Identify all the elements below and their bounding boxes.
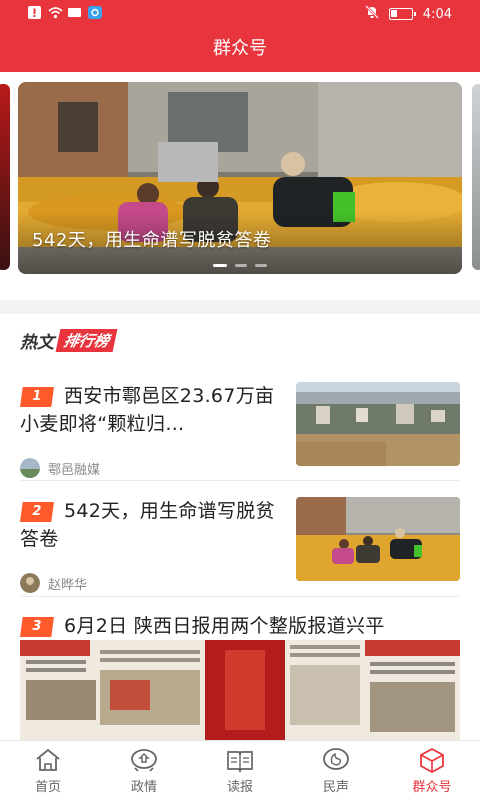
article-author: 赵晔华: [48, 577, 88, 593]
app-notification-icon: [88, 6, 102, 19]
article-thumbnail: [296, 382, 460, 466]
home-icon: [36, 748, 60, 771]
rank-badge: 1: [20, 387, 54, 407]
nav-bar: 群众号: [0, 26, 480, 72]
article-title-text: 542天，用生命谱写脱贫答卷: [20, 500, 275, 550]
tab-voice[interactable]: 民声: [288, 741, 384, 800]
article-author: 鄠邑融媒: [48, 462, 101, 478]
rank-badge: 3: [20, 617, 54, 637]
article-item[interactable]: 2 542天，用生命谱写脱贫答卷 赵晔华: [20, 497, 460, 593]
hot-ranking-label: 热文: [20, 332, 54, 353]
status-bar: 4:04: [0, 0, 480, 26]
article-newspaper-image[interactable]: [20, 640, 460, 740]
section-divider: [0, 300, 480, 314]
article-item[interactable]: 1 西安市鄠邑区23.67万亩小麦即将“颗粒归… 鄠邑融媒: [20, 382, 460, 478]
tab-politics[interactable]: 政情: [96, 741, 192, 800]
article-title: 1 西安市鄠邑区23.67万亩小麦即将“颗粒归…: [20, 382, 288, 438]
newspaper-icon: [227, 751, 253, 773]
hot-ranking-badge: 排行榜: [55, 328, 118, 352]
carousel-indicator: [18, 264, 462, 267]
mail-icon: [68, 6, 81, 19]
cube-icon: [420, 747, 444, 774]
tab-home-label: 首页: [34, 780, 61, 795]
politics-icon: [131, 749, 157, 772]
tab-voice-label: 民声: [322, 780, 349, 795]
alert-icon: [28, 6, 41, 19]
article-title-text: 西安市鄠邑区23.67万亩小麦即将“颗粒归…: [20, 385, 275, 435]
voice-icon: [323, 748, 349, 770]
rank-badge: 2: [20, 502, 54, 522]
status-time: 4:04: [422, 6, 452, 22]
list-separator: [20, 596, 460, 597]
bottom-tab-bar: 首页 政情 读报 民声 群众号: [0, 740, 480, 800]
list-separator: [20, 480, 460, 481]
article-title: 3 6月2日 陕西日报用两个整版报道兴平: [20, 612, 460, 640]
carousel-slide[interactable]: 542天，用生命谱写脱贫答卷: [18, 82, 462, 274]
tab-newspaper-label: 读报: [226, 780, 253, 795]
carousel-next-slide[interactable]: [472, 84, 480, 270]
article-item[interactable]: 3 6月2日 陕西日报用两个整版报道兴平: [20, 612, 460, 642]
article-title: 2 542天，用生命谱写脱贫答卷: [20, 497, 288, 553]
avatar: [20, 573, 40, 593]
carousel-caption: 542天，用生命谱写脱贫答卷: [32, 230, 272, 251]
avatar: [20, 458, 40, 478]
wifi-icon: [48, 6, 63, 19]
page-title: 群众号: [213, 38, 267, 59]
article-title-text: 6月2日 陕西日报用两个整版报道兴平: [64, 615, 385, 637]
tab-politics-label: 政情: [130, 780, 157, 795]
carousel-dot: [213, 264, 227, 267]
carousel-prev-slide[interactable]: [0, 84, 10, 270]
hot-ranking-header: 热文 排行榜: [20, 328, 118, 353]
tab-community-label: 群众号: [412, 780, 452, 795]
tab-community[interactable]: 群众号: [384, 741, 480, 800]
tab-home[interactable]: 首页: [0, 741, 96, 800]
carousel-dot: [255, 264, 267, 267]
article-meta: 鄠邑融媒: [20, 458, 100, 478]
carousel-dot: [235, 264, 247, 267]
article-meta: 赵晔华: [20, 573, 87, 593]
banner-carousel[interactable]: 542天，用生命谱写脱贫答卷: [0, 72, 480, 300]
tab-newspaper[interactable]: 读报: [192, 741, 288, 800]
article-thumbnail: [296, 497, 460, 581]
mute-bell-icon: [364, 5, 379, 23]
battery-icon: [388, 8, 416, 20]
